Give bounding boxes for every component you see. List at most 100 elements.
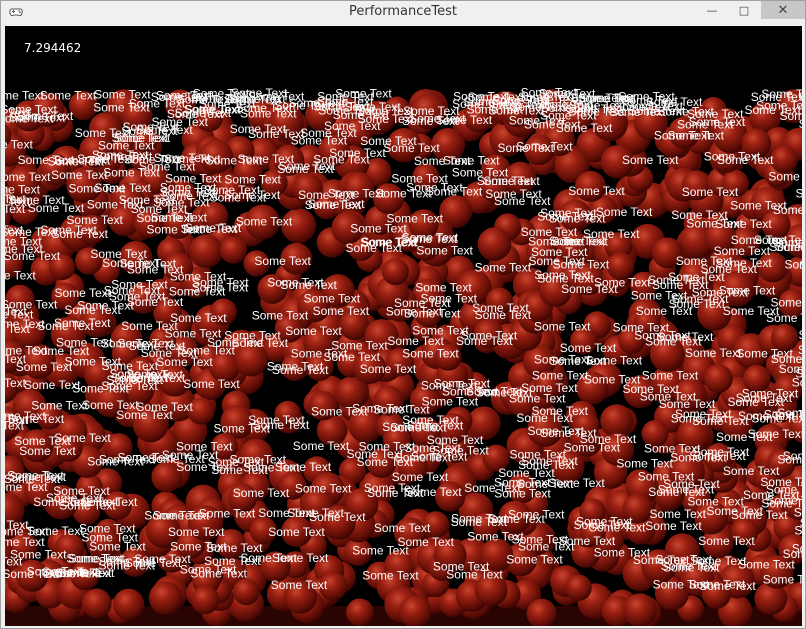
sprite-label: Some Text — [738, 557, 795, 571]
sprite-label: Some Text — [653, 578, 710, 592]
sprite-label: Some Text — [534, 320, 591, 334]
sprite-label: Some Text — [81, 495, 138, 509]
sprite-label: Some Text — [594, 275, 651, 289]
close-button[interactable]: ✕ — [761, 1, 805, 19]
sprite-label: Some Text — [584, 373, 641, 387]
sprite-label: Some Text — [362, 568, 419, 582]
sprite-label: Some Text — [267, 360, 324, 374]
sprite-label: Some Text — [55, 286, 112, 300]
sprite-label: Some Text — [280, 278, 337, 292]
sprite-label: Some Text — [89, 539, 146, 553]
sprite-label: Some Text — [717, 153, 774, 167]
maximize-button[interactable]: □ — [729, 1, 759, 19]
sprite-label: Some Text — [111, 278, 168, 292]
sprite-label: Some Text — [350, 221, 407, 235]
sprite-label: Some Text — [271, 578, 328, 592]
sprite-label: Some Text — [616, 456, 673, 470]
sprite-label: Some Text — [170, 270, 227, 284]
sprite-label: Some Text — [510, 448, 567, 462]
sprite-label: Some Text — [783, 449, 802, 463]
sprite-label: Some Text — [72, 381, 129, 395]
sprite-label: Some Text — [452, 166, 509, 180]
sprite-label: Some Text — [794, 524, 802, 538]
sprite-label: Some Text — [199, 507, 256, 521]
sprite-label: Some Text — [5, 249, 61, 263]
sprite-label: Some Text — [456, 334, 513, 348]
sprite-label: Some Text — [761, 87, 802, 101]
sprite-label: Some Text — [69, 182, 126, 196]
sprite-label: Some Text — [661, 559, 718, 573]
sprite-label: Some Text — [532, 404, 589, 418]
ball-sprite — [82, 588, 112, 619]
minimize-button[interactable]: — — [697, 1, 727, 19]
sprite-label: Some Text — [148, 452, 205, 466]
sprite-label: Some Text — [5, 567, 60, 581]
ball-sprite — [191, 585, 220, 615]
sprite-label: Some Text — [799, 258, 802, 272]
sprite-label: Some Text — [589, 521, 646, 535]
ball-sprite — [219, 236, 247, 264]
sprite-label: Some Text — [763, 572, 802, 586]
sprite-label: Some Text — [207, 336, 264, 350]
sprite-label: Some Text — [798, 343, 802, 357]
window-title: PerformanceTest — [349, 4, 457, 19]
ball-sprite — [189, 234, 224, 268]
sprite-label: Some Text — [723, 304, 780, 318]
sprite-label: Some Text — [51, 168, 108, 182]
sprite-label: Some Text — [775, 240, 802, 254]
sprite-label: Some Text — [185, 103, 242, 117]
title-bar[interactable]: PerformanceTest — □ ✕ — [1, 1, 805, 25]
sprite-label: Some Text — [748, 427, 802, 441]
ball-sprite — [477, 227, 512, 261]
sprite-label: Some Text — [472, 301, 529, 315]
sprite-label: Some Text — [427, 433, 484, 447]
sprite-label: Some Text — [66, 551, 123, 565]
sprite-label: Some Text — [645, 519, 702, 533]
sprite-label: Some Text — [682, 185, 739, 199]
sprite-label: Some Text — [468, 90, 525, 104]
sprite-label: Some Text — [90, 247, 147, 261]
sprite-label: Some Text — [426, 185, 483, 199]
sprite-label: Some Text — [144, 509, 201, 523]
sprite-label: Some Text — [640, 389, 697, 403]
sprite-label: Some Text — [799, 117, 802, 131]
sprite-label: Some Text — [421, 291, 478, 305]
render-viewport[interactable]: 7.294462 Some TextSome TextSome TextSome… — [5, 26, 802, 626]
sprite-label: Some Text — [537, 271, 594, 285]
ball-sprite — [232, 578, 260, 606]
sprite-label: Some Text — [5, 269, 36, 283]
sprite-label: Some Text — [586, 353, 643, 367]
sprite-label: Some Text — [761, 496, 802, 510]
sprite-label: Some Text — [28, 201, 85, 215]
sprite-label: Some Text — [434, 377, 491, 391]
sprite-label: Some Text — [295, 482, 352, 496]
ball-sprite — [148, 581, 183, 615]
sprite-label: Some Text — [508, 508, 565, 522]
sprite-label: Some Text — [549, 212, 606, 226]
sprite-label: Some Text — [464, 481, 521, 495]
sprite-label: Some Text — [548, 476, 605, 490]
sprite-label: Some Text — [795, 366, 802, 380]
sprite-label: Some Text — [736, 346, 793, 360]
sprite-label: Some Text — [411, 449, 468, 463]
sprite-label: Some Text — [467, 530, 524, 544]
sprite-label: Some Text — [309, 510, 366, 524]
sprite-label: Some Text — [230, 452, 287, 466]
sprite-label: Some Text — [698, 534, 755, 548]
sprite-label: Some Text — [556, 121, 613, 135]
sprite-label: Some Text — [18, 153, 75, 167]
sprite-label: Some Text — [398, 535, 455, 549]
sprite-label: Some Text — [304, 291, 361, 305]
sprite-label: Some Text — [168, 525, 225, 539]
sprite-label: Some Text — [627, 99, 684, 113]
sprite-label: Some Text — [54, 316, 111, 330]
sprite-label: Some Text — [433, 560, 490, 574]
sprite-label: Some Text — [518, 540, 575, 554]
sprite-label: Some Text — [622, 153, 679, 167]
sprite-label: Some Text — [52, 227, 109, 241]
sprite-label: Some Text — [642, 369, 699, 383]
sprite-label: Some Text — [313, 304, 370, 318]
sprite-label: Some Text — [650, 507, 707, 521]
sprite-label: Some Text — [663, 477, 720, 491]
sprite-label: Some Text — [571, 91, 628, 105]
